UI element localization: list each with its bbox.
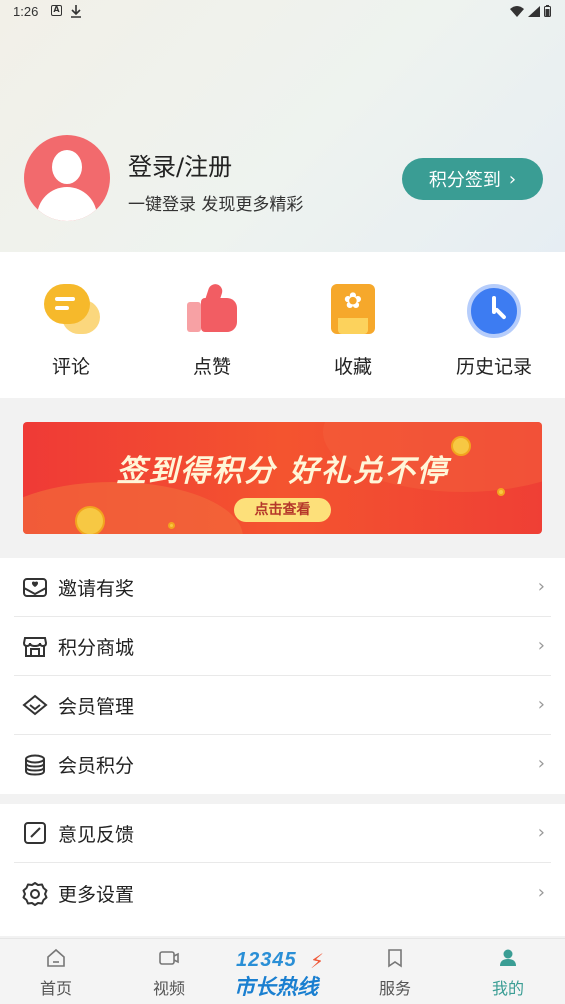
quick-action-label: 历史记录 <box>455 356 532 378</box>
menu-item-settings[interactable]: 更多设置 › <box>14 864 551 923</box>
banner-section: 签到得积分 好礼兑不停 点击查看 <box>0 398 565 558</box>
gear-icon <box>22 881 48 907</box>
menu-item-label: 会员积分 <box>58 755 135 777</box>
chevron-right-icon: › <box>508 168 517 190</box>
tab-label: 服务 <box>378 979 411 998</box>
comment-icon <box>42 282 100 340</box>
quick-action-history[interactable]: 历史记录 <box>444 282 544 379</box>
quick-action-like[interactable]: 点赞 <box>162 282 262 379</box>
banner-title: 签到得积分 好礼兑不停 <box>116 454 449 489</box>
chevron-right-icon: › <box>537 635 545 656</box>
tab-home[interactable]: 首页 <box>21 947 91 999</box>
diamond-icon <box>22 692 48 718</box>
menu-item-feedback[interactable]: 意见反馈 › <box>14 804 551 863</box>
status-time: 1:26 <box>13 4 39 19</box>
points-checkin-button[interactable]: 积分签到 › <box>402 158 543 200</box>
tab-service[interactable]: 服务 <box>360 947 430 999</box>
hotline-12345-logo[interactable]: 12345 ⚡ 市长热线 <box>226 949 344 999</box>
battery-icon <box>544 5 551 17</box>
menu-item-label: 邀请有奖 <box>58 577 135 600</box>
status-bar: 1:26 A <box>0 0 565 24</box>
tab-label: 首页 <box>39 979 72 998</box>
menu-item-label: 更多设置 <box>58 884 135 906</box>
home-icon <box>45 947 67 969</box>
quick-actions: 评论 点赞 ✿ 收藏 历史记录 <box>0 252 565 398</box>
login-register-link[interactable]: 登录/注册 <box>128 147 232 182</box>
chevron-right-icon: › <box>537 822 545 843</box>
checkin-banner[interactable]: 签到得积分 好礼兑不停 点击查看 <box>23 422 542 534</box>
menu-item-membership[interactable]: 会员管理 › <box>14 676 551 735</box>
menu-item-points-mall[interactable]: 积分商城 › <box>14 617 551 676</box>
bottom-nav: 首页 视频 12345 ⚡ 市长热线 服务 我的 <box>0 938 565 1004</box>
lightning-icon: ⚡ <box>310 949 325 973</box>
bookmark-icon <box>384 947 406 969</box>
menu-item-label: 会员管理 <box>58 695 135 718</box>
favorite-icon: ✿ <box>324 282 382 340</box>
coins-stack-icon <box>22 752 48 778</box>
quick-action-comment[interactable]: 评论 <box>21 282 121 379</box>
clock-icon <box>465 282 523 340</box>
avatar[interactable] <box>24 135 110 221</box>
status-right-icons <box>510 5 551 17</box>
checkin-label: 积分签到 <box>428 170 501 191</box>
login-subtitle: 一键登录 发现更多精彩 <box>128 195 304 215</box>
gift-envelope-icon <box>22 574 48 600</box>
tab-label: 我的 <box>491 979 524 998</box>
coin-icon <box>75 506 105 534</box>
profile-header: 1:26 A 登录/注册 一键登录 发现更多精彩 积分签到 › <box>0 0 565 252</box>
tab-label: 视频 <box>152 979 185 998</box>
chevron-right-icon: › <box>537 694 545 715</box>
notification-a-icon: A <box>51 5 62 16</box>
tab-video[interactable]: 视频 <box>134 947 204 999</box>
chevron-right-icon: › <box>537 753 545 774</box>
avatar-body <box>37 187 97 221</box>
quick-action-label: 点赞 <box>192 356 231 378</box>
logo-number: 12345 <box>236 949 297 971</box>
video-icon <box>158 947 180 969</box>
signal-icon <box>528 5 540 17</box>
wifi-icon <box>510 5 524 17</box>
menu-item-invite[interactable]: 邀请有奖 › <box>14 558 551 617</box>
banner-view-button[interactable]: 点击查看 <box>234 498 331 522</box>
menu-item-label: 意见反馈 <box>58 823 135 846</box>
download-icon <box>70 4 82 21</box>
thumbs-up-icon <box>183 282 241 340</box>
menu-group-1: 邀请有奖 › 积分商城 › 会员管理 › 会员积分 › <box>0 558 565 794</box>
menu-group-2: 意见反馈 › 更多设置 › <box>0 804 565 936</box>
user-icon <box>497 947 519 969</box>
quick-action-label: 评论 <box>51 356 90 378</box>
tab-mine[interactable]: 我的 <box>473 947 543 999</box>
coin-icon <box>168 522 175 529</box>
menu-item-member-points[interactable]: 会员积分 › <box>14 735 551 794</box>
menu-item-label: 积分商城 <box>58 636 135 659</box>
quick-action-label: 收藏 <box>333 356 372 378</box>
store-icon <box>22 633 48 659</box>
edit-icon <box>22 820 48 846</box>
chevron-right-icon: › <box>537 882 545 903</box>
chevron-right-icon: › <box>537 576 545 597</box>
avatar-head <box>52 150 82 184</box>
quick-action-favorite[interactable]: ✿ 收藏 <box>303 282 403 379</box>
logo-text: 市长热线 <box>234 975 318 999</box>
